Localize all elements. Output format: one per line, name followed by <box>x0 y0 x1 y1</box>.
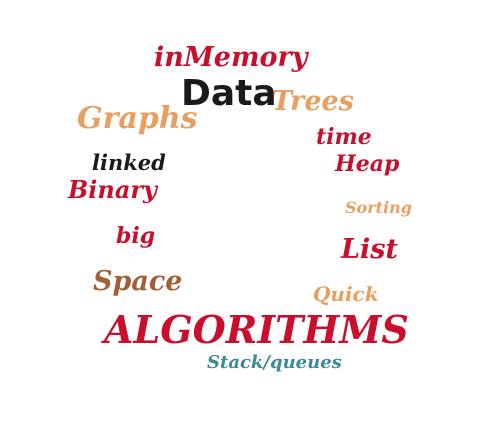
word-binary: Binary <box>68 175 157 204</box>
word-algorithms: ALGORITHMS <box>104 307 409 352</box>
word-inmemory: inMemory <box>154 42 308 73</box>
word-graphs: Graphs <box>77 101 198 136</box>
word-big: big <box>116 223 156 249</box>
word-stack-queues: Stack/queues <box>207 352 342 373</box>
word-list: List <box>341 234 398 265</box>
word-heap: Heap <box>335 151 400 177</box>
word-quick: Quick <box>313 282 379 306</box>
word-cloud: inMemory Data Trees Graphs time Heap lin… <box>0 0 488 440</box>
word-space: Space <box>93 266 183 297</box>
word-time: time <box>316 124 372 150</box>
word-linked: linked <box>92 150 166 175</box>
word-sorting: Sorting <box>345 198 412 217</box>
word-trees: Trees <box>272 86 354 117</box>
